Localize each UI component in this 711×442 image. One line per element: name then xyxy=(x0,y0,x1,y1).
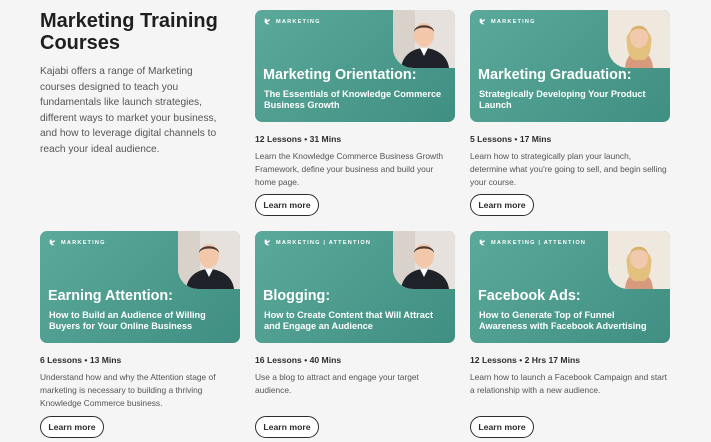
instructor-photo xyxy=(393,10,455,68)
course-description: Understand how and why the Attention sta… xyxy=(40,372,216,408)
course-card: MARKETING | ATTENTION Facebook Ads: How … xyxy=(470,231,670,438)
learn-more-button[interactable]: Learn more xyxy=(470,416,534,438)
course-card: MARKETING Marketing Orientation: The Ess… xyxy=(255,10,455,216)
course-tag: MARKETING | ATTENTION xyxy=(491,239,587,246)
course-tag: MARKETING xyxy=(61,239,106,246)
course-meta: 12 Lessons • 31 Mins xyxy=(255,134,342,144)
course-title: Facebook Ads: xyxy=(478,288,581,304)
course-meta: 16 Lessons • 40 Mins xyxy=(255,355,342,365)
course-title: Blogging: xyxy=(263,288,331,304)
learn-more-button[interactable]: Learn more xyxy=(40,416,104,438)
course-description: Learn how to launch a Facebook Campaign … xyxy=(470,372,667,395)
course-tag: MARKETING xyxy=(276,18,321,25)
course-meta: 6 Lessons • 13 Mins xyxy=(40,355,122,365)
page-title: Marketing Training Courses xyxy=(40,10,218,54)
course-card: MARKETING Marketing Graduation: Strategi… xyxy=(470,10,670,216)
instructor-photo xyxy=(608,231,670,289)
course-tag: MARKETING xyxy=(491,18,536,25)
kajabi-k-icon xyxy=(479,239,485,246)
instructor-photo xyxy=(393,231,455,289)
course-card: MARKETING | ATTENTION Blogging: How to C… xyxy=(255,231,455,438)
course-title: Earning Attention: xyxy=(48,288,173,304)
course-subtitle: How to Generate Top of Funnel Awareness … xyxy=(479,310,647,332)
brand-label: MARKETING | ATTENTION xyxy=(479,239,586,246)
course-title: Marketing Orientation: xyxy=(263,67,417,83)
kajabi-k-icon xyxy=(264,18,270,25)
brand-label: MARKETING xyxy=(479,18,536,25)
course-description: Learn the Knowledge Commerce Business Gr… xyxy=(255,151,444,187)
instructor-photo xyxy=(608,10,670,68)
course-subtitle: Strategically Developing Your Product La… xyxy=(479,89,646,111)
course-subtitle: The Essentials of Knowledge Commerce Bus… xyxy=(264,89,442,111)
course-meta: 12 Lessons • 2 Hrs 17 Mins xyxy=(470,355,581,365)
instructor-photo xyxy=(178,231,240,289)
course-thumbnail[interactable]: MARKETING Marketing Graduation: Strategi… xyxy=(470,10,670,122)
page-description: Kajabi offers a range of Marketing cours… xyxy=(40,66,217,155)
course-title: Marketing Graduation: xyxy=(478,67,632,83)
course-thumbnail[interactable]: MARKETING Earning Attention: How to Buil… xyxy=(40,231,240,343)
kajabi-k-icon xyxy=(479,18,485,25)
kajabi-k-icon xyxy=(264,239,270,246)
intro-section: Marketing Training Courses Kajabi offers… xyxy=(40,10,220,158)
brand-label: MARKETING | ATTENTION xyxy=(264,239,371,246)
kajabi-k-icon xyxy=(49,239,55,246)
course-meta: 5 Lessons • 17 Mins xyxy=(470,134,552,144)
brand-label: MARKETING xyxy=(264,18,321,25)
learn-more-button[interactable]: Learn more xyxy=(470,194,534,216)
course-tag: MARKETING | ATTENTION xyxy=(276,239,372,246)
course-description: Learn how to strategically plan your lau… xyxy=(470,151,667,187)
learn-more-button[interactable]: Learn more xyxy=(255,416,319,438)
course-subtitle: How to Build an Audience of Willing Buye… xyxy=(49,310,206,332)
course-thumbnail[interactable]: MARKETING Marketing Orientation: The Ess… xyxy=(255,10,455,122)
course-thumbnail[interactable]: MARKETING | ATTENTION Blogging: How to C… xyxy=(255,231,455,343)
course-subtitle: How to Create Content that Will Attract … xyxy=(264,310,434,332)
learn-more-button[interactable]: Learn more xyxy=(255,194,319,216)
course-description: Use a blog to attract and engage your ta… xyxy=(255,372,419,395)
course-card: MARKETING Earning Attention: How to Buil… xyxy=(40,231,240,438)
course-thumbnail[interactable]: MARKETING | ATTENTION Facebook Ads: How … xyxy=(470,231,670,343)
brand-label: MARKETING xyxy=(49,239,106,246)
